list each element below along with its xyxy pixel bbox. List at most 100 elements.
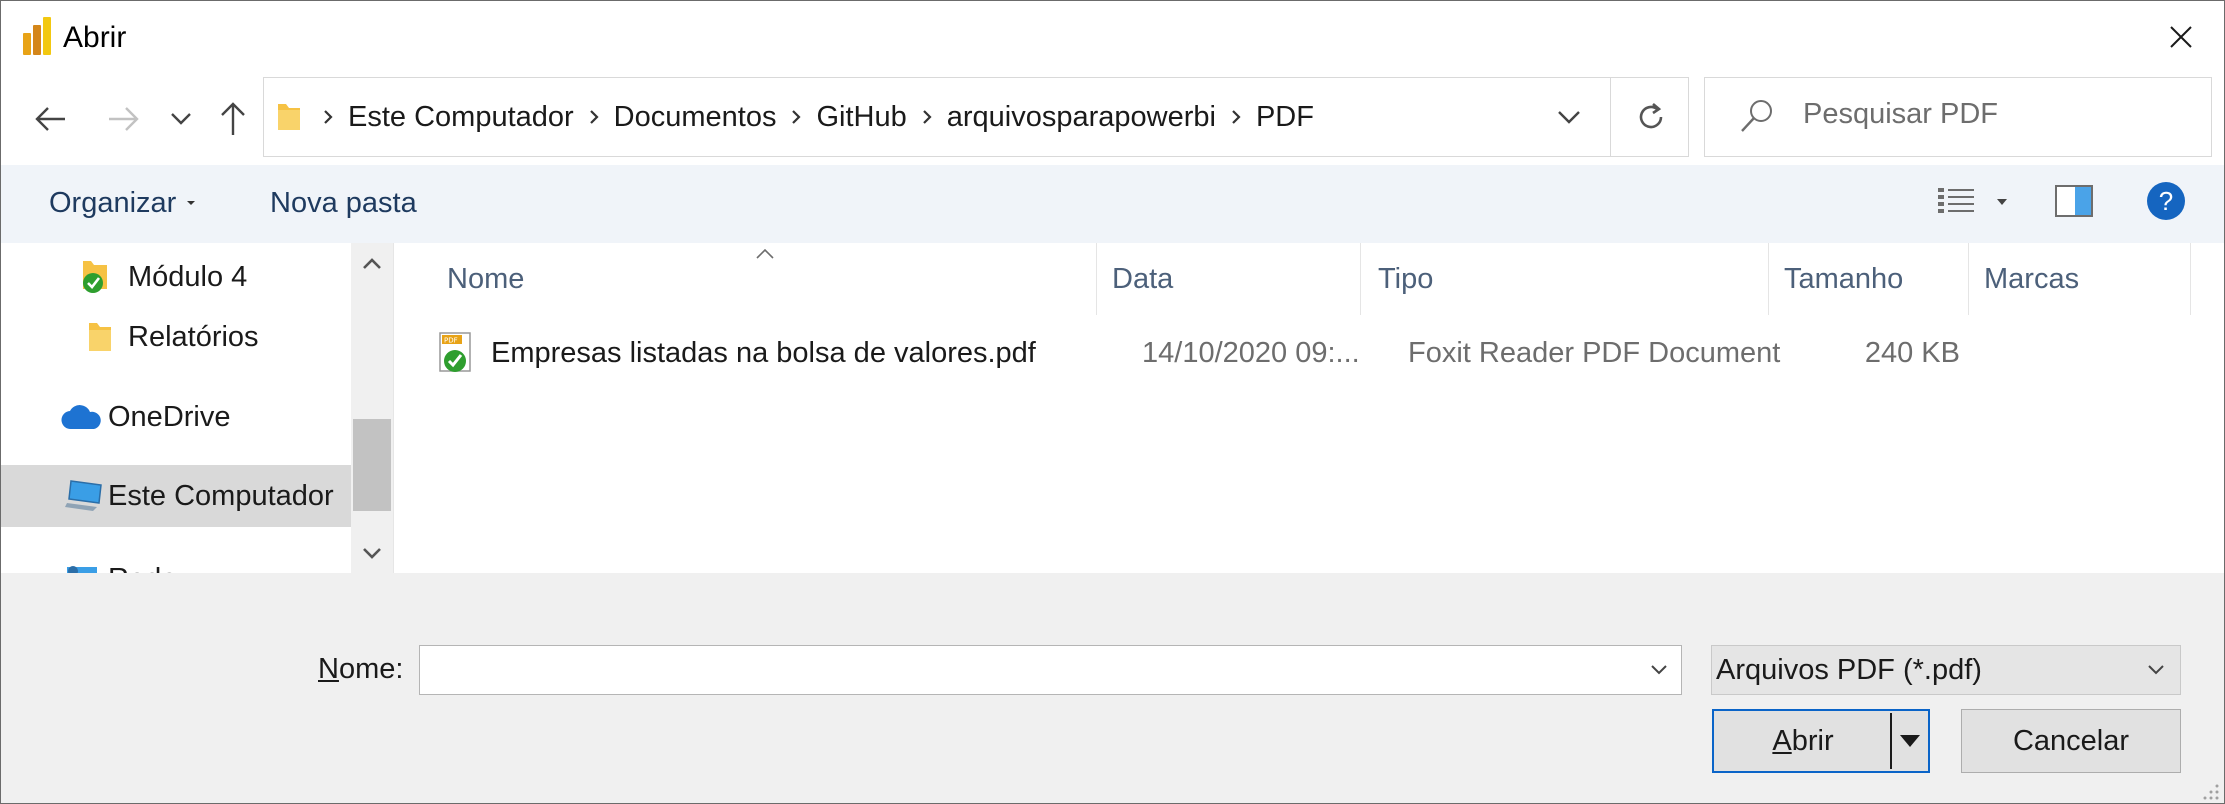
resize-grip-icon[interactable] [2202, 783, 2220, 801]
scroll-up-arrow[interactable] [351, 243, 393, 283]
breadcrumb-item[interactable]: PDF [1256, 101, 1314, 134]
folder-icon [278, 104, 300, 130]
file-name: Empresas listadas na bolsa de valores.pd… [491, 337, 1036, 369]
preview-pane-icon[interactable] [2055, 185, 2093, 217]
nav-item-label: Módulo 4 [128, 260, 248, 293]
breadcrumb-item[interactable]: arquivosparapowerbi [947, 101, 1216, 134]
dialog-footer: Nome: Arquivos PDF (*.pdf) Abrir Cancela… [1, 573, 2224, 803]
breadcrumb-item[interactable]: Documentos [614, 101, 777, 134]
column-header-data[interactable]: Data [1112, 243, 1173, 315]
power-bi-icon [23, 17, 51, 55]
filetype-dropdown-button[interactable] [2138, 646, 2174, 694]
command-bar: Organizar Nova pasta [1, 165, 2224, 243]
window-title: Abrir [63, 21, 127, 54]
filename-label-accesskey: N [318, 653, 339, 685]
arrow-up-icon [221, 102, 245, 135]
file-size: 240 KB [1864, 337, 1960, 369]
caret-down-icon [1900, 735, 1920, 747]
nav-item-rede[interactable]: Rede [1, 549, 351, 573]
open-options-button[interactable] [1892, 711, 1928, 771]
refresh-icon [1639, 103, 1662, 129]
nav-item-label: OneDrive [108, 400, 231, 433]
column-divider[interactable] [1360, 243, 1361, 315]
filename-combobox[interactable] [419, 645, 1682, 695]
nav-item-onedrive[interactable]: OneDrive [1, 387, 351, 447]
search-input[interactable] [1803, 98, 2183, 131]
search-box[interactable] [1704, 77, 2212, 157]
help-icon[interactable]: ? [2147, 182, 2185, 220]
breadcrumb: Este Computador Documentos GitHub arquiv… [308, 78, 1314, 156]
cloud-icon [61, 405, 101, 430]
chevron-down-icon [1651, 665, 1667, 675]
open-button-text: brir [1791, 724, 1834, 757]
chevron-right-icon[interactable] [1216, 78, 1256, 156]
svg-text:PDF: PDF [444, 337, 458, 345]
details-view-icon[interactable] [1937, 187, 1975, 215]
chevron-right-icon[interactable] [574, 78, 614, 156]
column-divider[interactable] [1968, 243, 1969, 315]
breadcrumb-item[interactable]: GitHub [816, 101, 906, 134]
recent-locations-button[interactable] [157, 95, 205, 143]
title-bar: Abrir [1, 1, 2224, 73]
folder-icon [89, 323, 111, 351]
filetype-selected: Arquivos PDF (*.pdf) [1716, 654, 1982, 686]
caret-down-icon [187, 201, 195, 205]
navigation-scrollbar[interactable] [351, 243, 393, 573]
nav-item-label: Rede [108, 563, 177, 574]
chevron-right-icon[interactable] [907, 78, 947, 156]
nav-item-label: Relatórios [128, 320, 259, 353]
chevron-down-icon [171, 113, 191, 125]
arrow-right-icon [109, 107, 139, 131]
cancel-button[interactable]: Cancelar [1961, 709, 2181, 773]
breadcrumb-item[interactable]: Este Computador [348, 101, 574, 134]
scroll-down-arrow[interactable] [351, 533, 393, 573]
file-row[interactable]: PDF Empresas listadas na bolsa de valore… [424, 329, 2194, 381]
filetype-select[interactable]: Arquivos PDF (*.pdf) [1711, 645, 2181, 695]
close-button[interactable] [2138, 1, 2224, 73]
folder-synced-icon [83, 261, 107, 293]
caret-down-icon[interactable] [1997, 199, 2007, 205]
filename-input[interactable] [428, 652, 1628, 688]
refresh-button[interactable] [1610, 78, 1690, 156]
new-folder-button[interactable]: Nova pasta [270, 187, 417, 220]
chevron-down-icon [1558, 110, 1580, 124]
organize-button[interactable]: Organizar [49, 187, 176, 220]
file-type: Foxit Reader PDF Document [1408, 337, 1781, 369]
open-button-accesskey: A [1772, 724, 1792, 757]
column-header-tamanho[interactable]: Tamanho [1784, 243, 1903, 315]
column-header-tipo[interactable]: Tipo [1378, 243, 1433, 315]
open-file-dialog: Abrir Este Computador Documentos GitHub … [0, 0, 2225, 804]
address-bar[interactable]: Este Computador Documentos GitHub arquiv… [263, 77, 1689, 157]
column-divider[interactable] [2190, 243, 2191, 315]
address-history-button[interactable] [1544, 78, 1594, 156]
filename-label-text: ome: [338, 653, 404, 685]
network-icon [67, 566, 97, 573]
close-icon [2170, 26, 2192, 48]
nav-item-label: Este Computador [108, 479, 334, 512]
navigation-pane: Módulo 4 Relatórios OneDrive Este Comput… [1, 243, 393, 573]
open-button-label[interactable]: Abrir [1714, 711, 1892, 771]
filename-dropdown-button[interactable] [1637, 646, 1681, 694]
chevron-right-icon[interactable] [776, 78, 816, 156]
search-icon [1741, 100, 1772, 132]
nav-item-modulo-4[interactable]: Módulo 4 [1, 247, 351, 307]
file-date: 14/10/2020 09:... [1142, 337, 1360, 369]
up-button[interactable] [209, 95, 257, 143]
column-divider[interactable] [1768, 243, 1769, 315]
column-divider[interactable] [1096, 243, 1097, 315]
column-header-marcas[interactable]: Marcas [1984, 243, 2079, 315]
nav-item-este-computador[interactable]: Este Computador [1, 465, 351, 527]
chevron-down-icon [2148, 665, 2164, 675]
column-header-nome[interactable]: Nome [447, 243, 524, 315]
back-button[interactable] [27, 95, 75, 143]
forward-button[interactable] [99, 95, 147, 143]
chevron-right-icon[interactable] [308, 78, 348, 156]
scrollbar-thumb[interactable] [353, 419, 391, 511]
filename-label: Nome: [318, 653, 403, 686]
open-button[interactable]: Abrir [1712, 709, 1930, 773]
arrow-left-icon [35, 107, 65, 131]
chevron-up-icon [363, 257, 381, 269]
pdf-file-icon: PDF [439, 332, 471, 372]
nav-item-relatorios[interactable]: Relatórios [1, 307, 351, 367]
chevron-down-icon [363, 547, 381, 559]
